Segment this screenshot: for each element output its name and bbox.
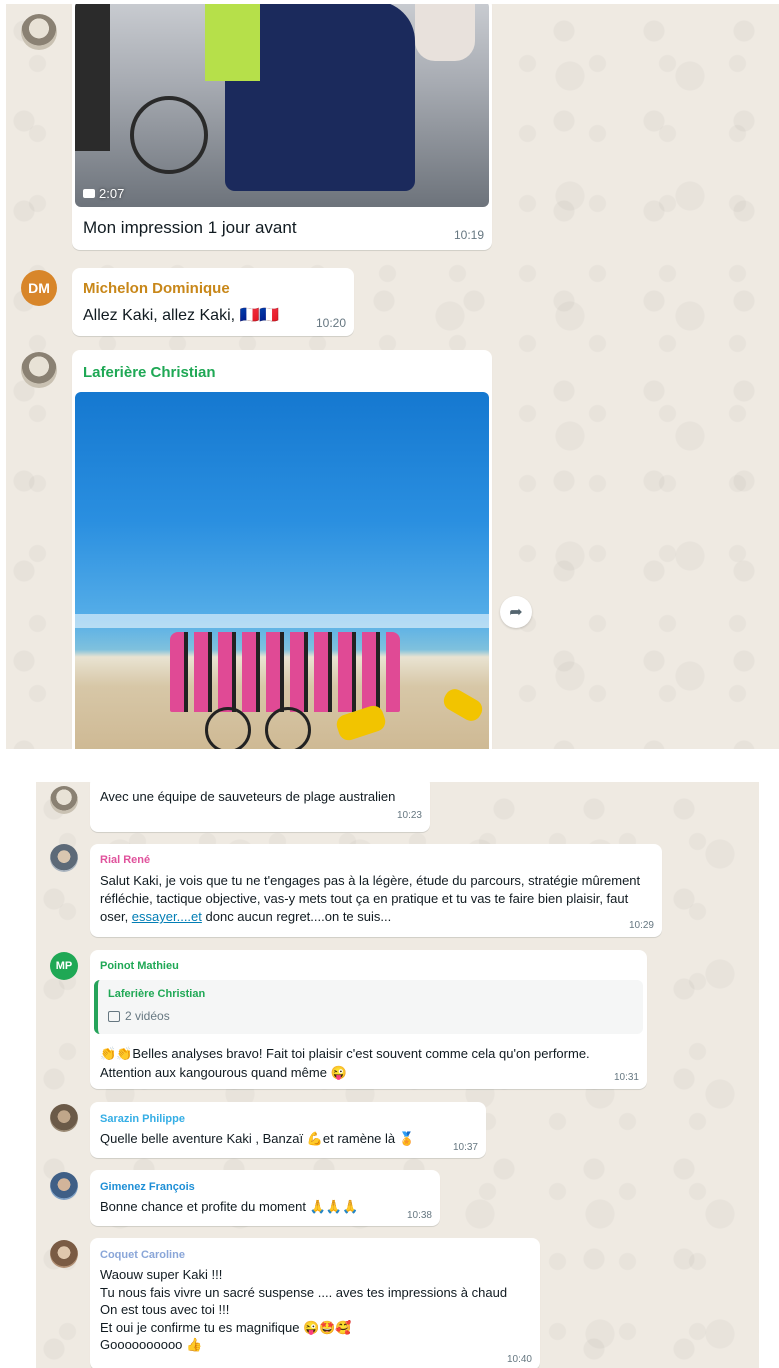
message-text: 👏👏Belles analyses bravo! Fait toi plaisi…: [100, 1046, 590, 1080]
video-thumbnail[interactable]: 2:07: [75, 4, 489, 207]
forward-icon: ➦: [509, 604, 523, 621]
beach-bike-wheel: [205, 707, 251, 749]
beach-photo[interactable]: [75, 392, 489, 749]
video-scene-banner: [205, 4, 260, 81]
sender-name[interactable]: Gimenez François: [100, 1181, 195, 1193]
video-duration: 2:07: [99, 186, 125, 201]
message-text: Allez Kaki, allez Kaki, 🇫🇷🇫🇷: [83, 307, 280, 324]
message-text-block: Waouw super Kaki !!! Tu nous fais vivre …: [100, 1266, 507, 1354]
message-time: 10:29: [628, 920, 654, 931]
message-line: On est tous avec toi !!!: [100, 1302, 230, 1317]
avatar-initials[interactable]: MP: [50, 952, 78, 980]
chat-panel-bottom: Avec une équipe de sauveteurs de plage a…: [36, 782, 759, 1368]
quoted-sender: Laferière Christian: [108, 988, 206, 1000]
message-time: 10:38: [406, 1210, 432, 1221]
message-text-part: donc aucun regret....on te suis...: [201, 909, 392, 924]
sender-name[interactable]: Coquet Caroline: [100, 1249, 185, 1261]
video-caption: Mon impression 1 jour avant: [83, 218, 297, 237]
message-line: Tu nous fais vivre un sacré suspense ...…: [100, 1284, 508, 1300]
avatar[interactable]: [50, 1172, 78, 1200]
video-duration-badge: 2:07: [83, 186, 124, 201]
video-scene-person: [75, 4, 110, 151]
avatar[interactable]: [50, 1104, 78, 1132]
avatar[interactable]: [50, 1240, 78, 1268]
message-bubble[interactable]: Michelon Dominique Allez Kaki, allez Kak…: [72, 268, 354, 336]
message-bubble[interactable]: Coquet Caroline Waouw super Kaki !!! Tu …: [90, 1238, 540, 1368]
message-text: Bonne chance et profite du moment 🙏🙏🙏: [100, 1199, 359, 1214]
forward-button[interactable]: ➦: [500, 596, 532, 628]
sender-name[interactable]: Laferière Christian: [83, 364, 216, 381]
message-bubble[interactable]: Gimenez François Bonne chance et profite…: [90, 1170, 440, 1226]
avatar[interactable]: [50, 786, 78, 814]
message-bubble[interactable]: Sarazin Philippe Quelle belle aventure K…: [90, 1102, 486, 1158]
message-time: 10:37: [452, 1142, 478, 1153]
video-scene-wheel: [130, 96, 208, 174]
image-icon: [108, 1010, 120, 1022]
sender-name[interactable]: Poinot Mathieu: [100, 960, 179, 972]
message-line: Et oui je confirme tu es magnifique 😜🤩🥰: [100, 1319, 352, 1335]
avatar-initials-text: MP: [55, 960, 73, 972]
message-link[interactable]: essayer....et: [132, 909, 202, 924]
avatar[interactable]: [21, 14, 57, 50]
message-time: 10:23: [396, 810, 422, 821]
message-bubble[interactable]: Poinot Mathieu Laferière Christian 2 vid…: [90, 950, 647, 1089]
message-line: Goooooooooo 👍: [100, 1337, 203, 1352]
avatar[interactable]: [21, 352, 57, 388]
beach-group: [170, 632, 400, 712]
beach-surfboard: [440, 685, 486, 725]
quoted-message[interactable]: Laferière Christian 2 vidéos: [94, 980, 643, 1034]
message-line: Waouw super Kaki !!!: [100, 1267, 223, 1282]
video-scene-figure-arm: [415, 4, 475, 61]
video-camera-icon: [83, 189, 95, 198]
beach-surf: [75, 614, 489, 628]
message-text: Quelle belle aventure Kaki , Banzaï 💪et …: [100, 1131, 415, 1146]
message-time: 10:40: [506, 1354, 532, 1365]
message-time: 10:19: [453, 228, 484, 242]
quoted-content: 2 vidéos: [108, 1009, 170, 1023]
avatar[interactable]: [50, 844, 78, 872]
message-bubble[interactable]: Avec une équipe de sauveteurs de plage a…: [90, 782, 430, 832]
message-text: Avec une équipe de sauveteurs de plage a…: [100, 789, 396, 804]
sender-name[interactable]: Rial René: [100, 854, 150, 866]
sender-name[interactable]: Sarazin Philippe: [100, 1113, 185, 1125]
message-time: 10:20: [315, 316, 346, 330]
image-message-bubble[interactable]: Laferière Christian: [72, 350, 492, 749]
message-bubble[interactable]: Rial René Salut Kaki, je vois que tu ne …: [90, 844, 662, 937]
avatar-initials-text: DM: [28, 280, 50, 296]
message-text: Salut Kaki, je vois que tu ne t'engages …: [100, 872, 650, 926]
sender-name[interactable]: Michelon Dominique: [83, 280, 230, 297]
quoted-text: 2 vidéos: [125, 1009, 170, 1023]
beach-bike-wheel: [265, 707, 311, 749]
chat-panel-top: 2:07 Mon impression 1 jour avant 10:19 D…: [6, 4, 779, 749]
avatar-initials[interactable]: DM: [21, 270, 57, 306]
video-message-bubble[interactable]: 2:07 Mon impression 1 jour avant 10:19: [72, 4, 492, 250]
message-time: 10:31: [613, 1072, 639, 1083]
